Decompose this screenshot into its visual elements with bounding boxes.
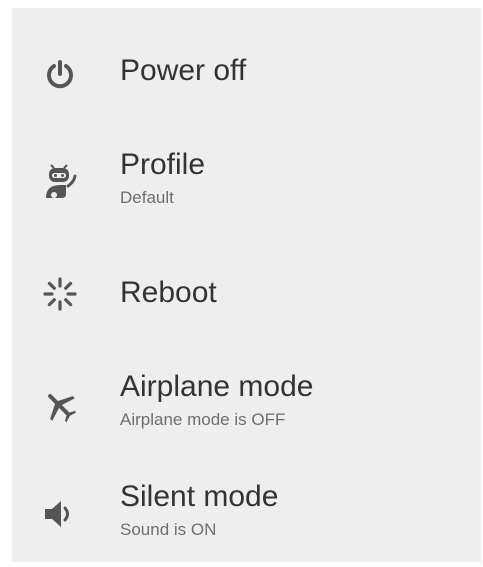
power-menu-dialog: Power off Profile Default Reboot Airplan… xyxy=(12,8,481,562)
menu-item-silent-mode[interactable]: Silent mode Sound is ON xyxy=(12,464,481,560)
menu-item-subtitle: Sound is ON xyxy=(120,520,217,539)
cid-mascot-icon xyxy=(40,164,80,204)
menu-item-title: Reboot xyxy=(120,276,217,309)
airplane-icon xyxy=(40,386,80,426)
menu-item-airplane-mode[interactable]: Airplane mode Airplane mode is OFF xyxy=(12,354,481,450)
menu-item-title: Profile xyxy=(120,148,206,181)
reboot-spinner-icon xyxy=(40,274,80,314)
menu-item-reboot[interactable]: Reboot xyxy=(12,250,481,346)
menu-item-title: Airplane mode xyxy=(120,370,314,403)
menu-item-profile[interactable]: Profile Default xyxy=(12,132,481,228)
menu-item-title: Silent mode xyxy=(120,480,279,513)
menu-item-subtitle: Airplane mode is OFF xyxy=(120,410,286,429)
power-icon xyxy=(40,54,80,94)
speaker-icon xyxy=(40,494,80,534)
menu-item-subtitle: Default xyxy=(120,188,174,207)
menu-item-title: Power off xyxy=(120,54,247,87)
menu-item-power-off[interactable]: Power off xyxy=(12,28,481,124)
